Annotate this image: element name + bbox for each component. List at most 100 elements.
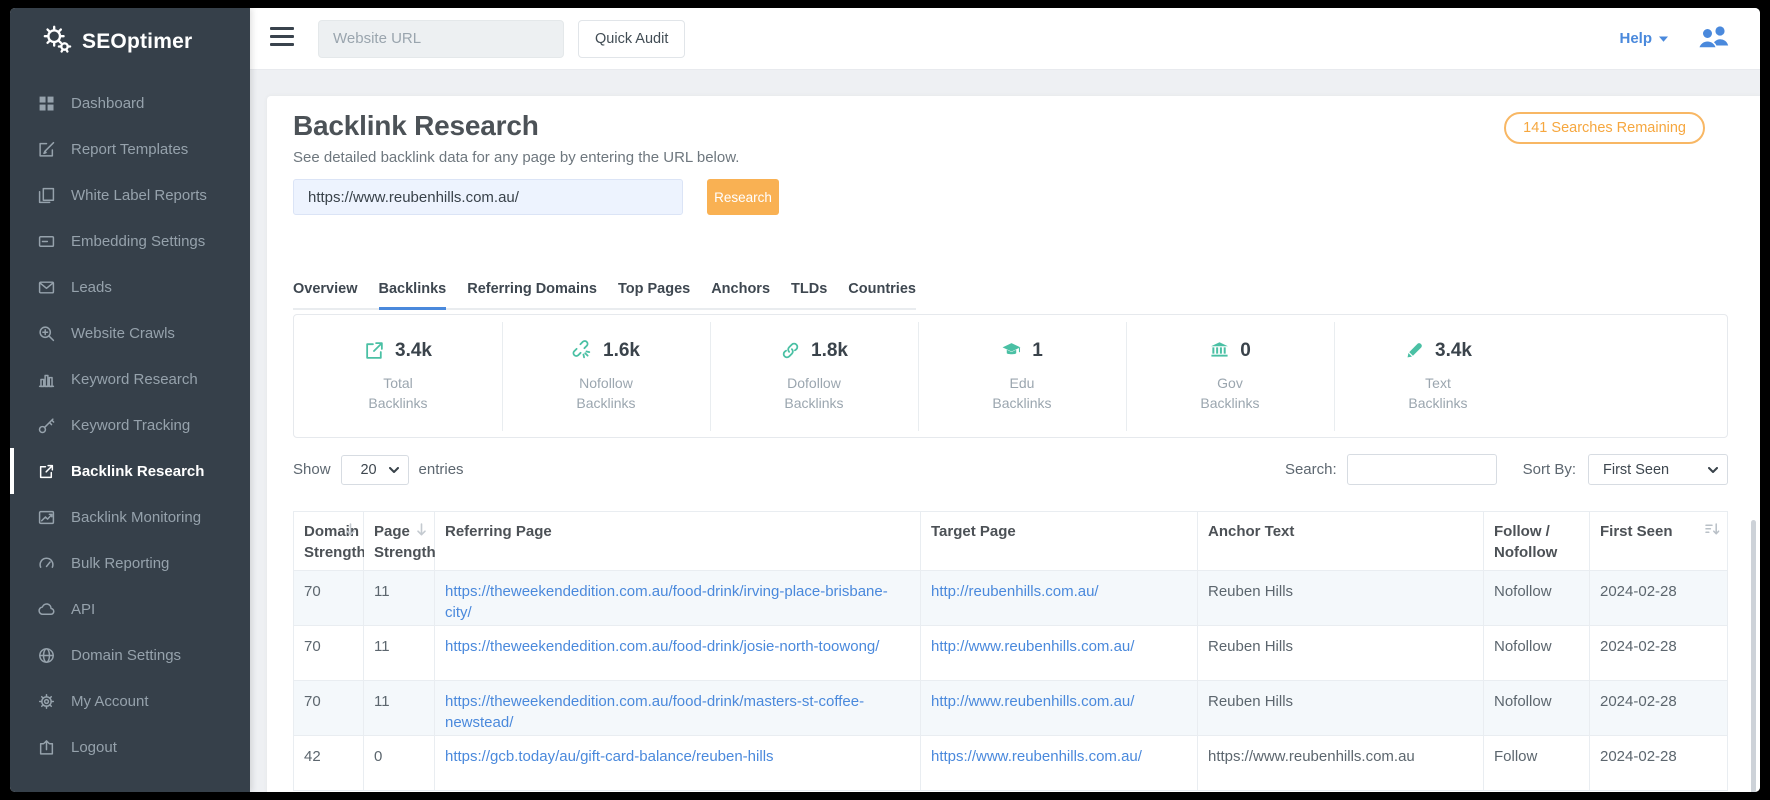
sidebar-item-website-crawls[interactable]: Website Crawls bbox=[10, 310, 250, 356]
logout-icon bbox=[38, 739, 55, 756]
column-label: Referring Page bbox=[445, 523, 552, 540]
sidebar-item-dashboard[interactable]: Dashboard bbox=[10, 80, 250, 126]
website-url-input[interactable] bbox=[318, 20, 564, 58]
help-menu[interactable]: Help bbox=[1619, 30, 1668, 47]
sidebar-item-api[interactable]: API bbox=[10, 586, 250, 632]
sidebar-item-white-label-reports[interactable]: White Label Reports bbox=[10, 172, 250, 218]
account-users-icon[interactable] bbox=[1696, 24, 1730, 54]
graduation-cap-icon bbox=[1001, 340, 1022, 361]
show-label: Show bbox=[293, 461, 331, 478]
referring-page-link[interactable]: https://theweekendedition.com.au/food-dr… bbox=[445, 638, 879, 655]
sidebar-item-logout[interactable]: Logout bbox=[10, 724, 250, 770]
sidebar-item-domain-settings[interactable]: Domain Settings bbox=[10, 632, 250, 678]
magnifier-plus-icon bbox=[38, 325, 55, 342]
column-header-domain-strength[interactable]: Domain Strength bbox=[294, 512, 364, 571]
embed-card-icon bbox=[38, 233, 55, 250]
cell-follow: Nofollow bbox=[1484, 626, 1590, 681]
target-page-link[interactable]: http://www.reubenhills.com.au/ bbox=[931, 693, 1134, 710]
tab-referring-domains[interactable]: Referring Domains bbox=[467, 281, 597, 308]
column-header-follow-nofollow[interactable]: Follow / Nofollow bbox=[1484, 512, 1590, 571]
table-header-row: Domain Strength Page Strength Referring … bbox=[294, 512, 1728, 571]
entries-label: entries bbox=[419, 461, 464, 478]
cell-target-page: https://www.reubenhills.com.au/ bbox=[921, 736, 1198, 791]
column-header-first-seen[interactable]: First Seen bbox=[1590, 512, 1728, 571]
target-page-link[interactable]: https://www.reubenhills.com.au/ bbox=[931, 748, 1142, 765]
sidebar-item-label: Logout bbox=[71, 739, 117, 756]
sort-amount-desc-icon bbox=[1705, 523, 1720, 536]
sidebar-item-keyword-tracking[interactable]: Keyword Tracking bbox=[10, 402, 250, 448]
hamburger-menu-icon[interactable] bbox=[270, 27, 294, 51]
tab-anchors[interactable]: Anchors bbox=[711, 281, 770, 308]
column-header-anchor-text[interactable]: Anchor Text bbox=[1198, 512, 1484, 571]
sidebar-item-label: Report Templates bbox=[71, 141, 188, 158]
referring-page-link[interactable]: https://theweekendedition.com.au/food-dr… bbox=[445, 693, 864, 731]
column-header-referring-page[interactable]: Referring Page bbox=[435, 512, 921, 571]
sidebar-item-bulk-reporting[interactable]: Bulk Reporting bbox=[10, 540, 250, 586]
table-search-input[interactable] bbox=[1347, 454, 1497, 485]
column-label: Follow / Nofollow bbox=[1494, 523, 1557, 561]
cell-referring-page: https://theweekendedition.com.au/food-dr… bbox=[435, 626, 921, 681]
sidebar-item-label: My Account bbox=[71, 693, 149, 710]
cell-target-page: http://www.reubenhills.com.au/ bbox=[921, 681, 1198, 736]
report-tabs: Overview Backlinks Referring Domains Top… bbox=[293, 281, 916, 310]
sidebar-item-backlink-monitoring[interactable]: Backlink Monitoring bbox=[10, 494, 250, 540]
tab-top-pages[interactable]: Top Pages bbox=[618, 281, 690, 308]
broken-link-icon bbox=[572, 340, 593, 361]
gauge-icon bbox=[38, 555, 55, 572]
gear-icon bbox=[38, 693, 55, 710]
sidebar-item-label: Backlink Research bbox=[71, 463, 204, 480]
stat-label: Backlinks bbox=[1334, 393, 1542, 413]
stat-value: 3.4k bbox=[395, 340, 432, 362]
sidebar-item-keyword-research[interactable]: Keyword Research bbox=[10, 356, 250, 402]
cell-anchor-text: Reuben Hills bbox=[1198, 626, 1484, 681]
cell-domain-strength: 70 bbox=[294, 571, 364, 626]
referring-page-link[interactable]: https://gcb.today/au/gift-card-balance/r… bbox=[445, 748, 774, 765]
tab-backlinks[interactable]: Backlinks bbox=[379, 281, 447, 308]
referring-page-link[interactable]: https://theweekendedition.com.au/food-dr… bbox=[445, 583, 888, 621]
stat-label: Text bbox=[1334, 373, 1542, 393]
vertical-scrollbar[interactable] bbox=[1751, 520, 1756, 792]
research-url-row: Research bbox=[293, 179, 1728, 215]
cell-domain-strength: 70 bbox=[294, 626, 364, 681]
copy-pages-icon bbox=[38, 187, 55, 204]
cell-follow: Nofollow bbox=[1484, 681, 1590, 736]
sort-by-select[interactable]: First Seen bbox=[1588, 454, 1728, 485]
sidebar-item-label: Keyword Research bbox=[71, 371, 198, 388]
column-header-page-strength[interactable]: Page Strength bbox=[364, 512, 435, 571]
sidebar-item-embedding-settings[interactable]: Embedding Settings bbox=[10, 218, 250, 264]
sidebar-item-label: Keyword Tracking bbox=[71, 417, 190, 434]
sidebar-item-label: White Label Reports bbox=[71, 187, 207, 204]
key-icon bbox=[38, 417, 55, 434]
external-link-icon bbox=[38, 463, 55, 480]
tab-tlds[interactable]: TLDs bbox=[791, 281, 827, 308]
stat-label: Backlinks bbox=[918, 393, 1126, 413]
link-icon bbox=[780, 340, 801, 361]
sidebar-item-leads[interactable]: Leads bbox=[10, 264, 250, 310]
table-row: 70 11 https://theweekendedition.com.au/f… bbox=[294, 626, 1728, 681]
page-size-select[interactable]: 20 bbox=[341, 455, 409, 485]
page-size-value: 20 bbox=[360, 462, 376, 478]
brand-logo[interactable]: SEOptimer bbox=[10, 8, 250, 59]
sidebar-item-my-account[interactable]: My Account bbox=[10, 678, 250, 724]
stat-label: Backlinks bbox=[710, 393, 918, 413]
stat-nofollow-backlinks: 1.6k NofollowBacklinks bbox=[502, 340, 710, 413]
tab-countries[interactable]: Countries bbox=[848, 281, 916, 308]
column-label: Target Page bbox=[931, 523, 1016, 540]
external-link-icon bbox=[364, 340, 385, 361]
content-area: Backlink Research 141 Searches Remaining… bbox=[250, 71, 1760, 792]
research-url-input[interactable] bbox=[293, 179, 683, 215]
dashboard-icon bbox=[38, 95, 55, 112]
sidebar-item-backlink-research[interactable]: Backlink Research bbox=[10, 448, 250, 494]
stat-label: Gov bbox=[1126, 373, 1334, 393]
cell-domain-strength: 42 bbox=[294, 736, 364, 791]
target-page-link[interactable]: http://www.reubenhills.com.au/ bbox=[931, 638, 1134, 655]
target-page-link[interactable]: http://reubenhills.com.au/ bbox=[931, 583, 1099, 600]
quick-audit-button[interactable]: Quick Audit bbox=[578, 20, 685, 58]
tab-overview[interactable]: Overview bbox=[293, 281, 358, 308]
stat-label: Total bbox=[294, 373, 502, 393]
sidebar-item-report-templates[interactable]: Report Templates bbox=[10, 126, 250, 172]
table-row: 70 11 https://theweekendedition.com.au/f… bbox=[294, 571, 1728, 626]
sidebar-item-label: Bulk Reporting bbox=[71, 555, 169, 572]
research-button[interactable]: Research bbox=[707, 179, 779, 215]
column-header-target-page[interactable]: Target Page bbox=[921, 512, 1198, 571]
